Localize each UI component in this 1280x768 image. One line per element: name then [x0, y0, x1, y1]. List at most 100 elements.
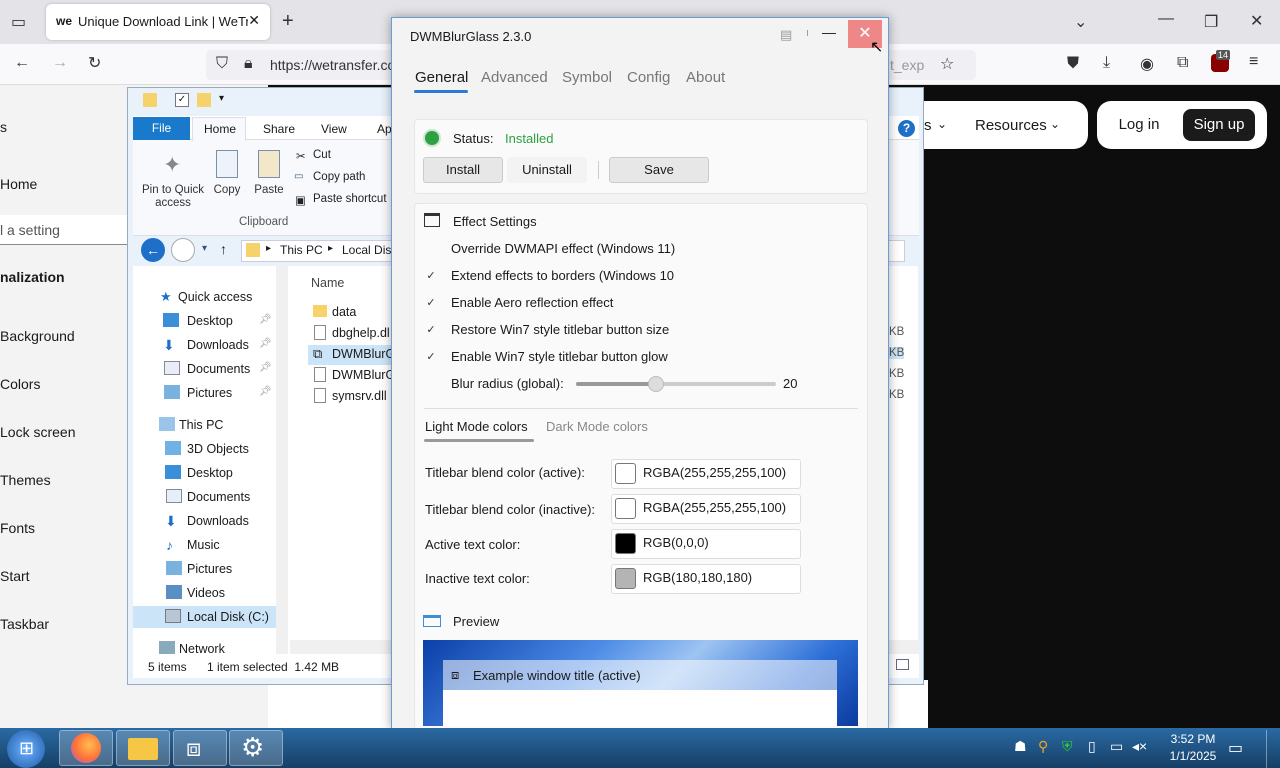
nav-downloads-pc[interactable]: ⬇ Downloads [133, 510, 290, 532]
save-icon[interactable]: ▤ [780, 27, 792, 43]
breadcrumb-this-pc[interactable]: This PC [280, 243, 323, 257]
file-name[interactable]: symsrv.dll [332, 389, 387, 403]
tab-about[interactable]: About [686, 69, 725, 86]
settings-item-taskbar[interactable]: Taskbar [0, 616, 49, 632]
copy-button[interactable]: Copy [210, 184, 244, 196]
option-label[interactable]: Override DWMAPI effect (Windows 11) [451, 241, 675, 256]
notifications-icon[interactable]: ▭ [1228, 738, 1243, 758]
tab-share[interactable]: Share [263, 122, 295, 136]
option-checkbox[interactable] [424, 242, 438, 256]
install-button[interactable]: Install [423, 157, 503, 183]
back-icon[interactable]: ← [14, 54, 30, 72]
settings-item-themes[interactable]: Themes [0, 472, 51, 488]
color-swatch[interactable] [615, 533, 636, 554]
uninstall-button[interactable]: Uninstall [507, 157, 587, 183]
network-icon[interactable]: ▭ [1110, 738, 1123, 755]
url-text[interactable]: https://wetransfer.com [270, 57, 407, 73]
blur-slider-thumb[interactable] [648, 376, 664, 392]
settings-item-start[interactable]: Start [0, 568, 30, 584]
paste-button[interactable]: Paste [252, 184, 286, 196]
nav-desktop-pc[interactable]: Desktop [133, 462, 290, 484]
pin-to-quick-access-button[interactable]: Pin to Quick access [140, 184, 206, 210]
signup-button[interactable]: Sign up [1183, 109, 1255, 141]
blur-checkbox[interactable] [424, 377, 438, 391]
nav-music[interactable]: ♪ Music [133, 534, 290, 556]
tab-general[interactable]: General [415, 69, 468, 86]
option-checkbox[interactable]: ✓ [424, 350, 438, 364]
settings-item-background[interactable]: Background [0, 328, 75, 344]
tab-dark-mode-colors[interactable]: Dark Mode colors [546, 419, 648, 434]
details-view-icon[interactable] [896, 659, 909, 670]
nav-documents-pc[interactable]: Documents [133, 486, 290, 508]
paste-shortcut-button[interactable]: Paste shortcut [313, 193, 387, 205]
up-arrow-icon[interactable]: ↑ [220, 241, 227, 257]
file-name[interactable]: data [332, 305, 356, 319]
menu-icon[interactable]: ≡ [1249, 53, 1258, 71]
nav-downloads[interactable]: ⬇ Downloads 📌︎ [133, 334, 290, 356]
settings-item-fonts[interactable]: Fonts [0, 520, 35, 536]
nav-pictures[interactable]: Pictures 📌︎ [133, 382, 290, 404]
tab-list-icon[interactable]: ▭ [11, 12, 26, 32]
tab-light-mode-colors[interactable]: Light Mode colors [425, 419, 528, 434]
cut-button[interactable]: Cut [313, 149, 331, 161]
minimize-window-button[interactable]: — [1158, 10, 1174, 28]
breadcrumb-local-disk[interactable]: Local Dis [342, 243, 391, 257]
nav-desktop[interactable]: Desktop 📌︎ [133, 310, 290, 332]
minimize-button[interactable]: — [822, 24, 836, 40]
tab-advanced[interactable]: Advanced [481, 69, 548, 86]
pocket-icon[interactable]: ⛊ [1067, 55, 1079, 73]
forward-arrow-icon[interactable] [171, 238, 195, 262]
file-name[interactable]: DWMBlurG [332, 368, 395, 382]
extensions-icon[interactable]: ⧉ [1177, 54, 1188, 72]
color-swatch[interactable] [615, 568, 636, 589]
file-name[interactable]: DWMBlurG [332, 347, 395, 361]
reload-icon[interactable]: ↻ [88, 53, 101, 73]
downloads-icon[interactable]: ⤓ [1103, 54, 1110, 72]
option-label[interactable]: Enable Aero reflection effect [451, 295, 613, 310]
nav-3d-objects[interactable]: 3D Objects [133, 438, 290, 460]
tab-file[interactable]: File [133, 117, 190, 140]
option-label[interactable]: Extend effects to borders (Windows 10 [451, 268, 674, 283]
help-icon[interactable]: ? [898, 120, 915, 137]
bookmark-star-icon[interactable]: ☆ [940, 54, 954, 74]
tab-config[interactable]: Config [627, 69, 670, 86]
shield-icon[interactable]: ⛨ [1062, 738, 1073, 755]
close-window-button[interactable]: ✕ [1250, 11, 1263, 31]
color-swatch[interactable] [615, 498, 636, 519]
tab-view[interactable]: View [321, 122, 347, 136]
nav-this-pc[interactable]: This PC [133, 414, 290, 436]
tab-app[interactable]: Ap [377, 122, 392, 136]
show-desktop-button[interactable] [1266, 730, 1280, 768]
option-checkbox[interactable]: ✓ [424, 323, 438, 337]
login-button[interactable]: Log in [1108, 109, 1170, 141]
nav-documents[interactable]: Documents 📌︎ [133, 358, 290, 380]
nav-videos[interactable]: Videos [133, 582, 290, 604]
volume-icon[interactable]: ◂× [1132, 738, 1147, 755]
option-checkbox[interactable]: ✓ [424, 296, 438, 310]
tab-symbol[interactable]: Symbol [562, 69, 612, 86]
usb-icon[interactable]: ▯ [1088, 738, 1096, 755]
lock-icon[interactable]: 🔒︎ [244, 55, 253, 73]
option-label[interactable]: Restore Win7 style titlebar button size [451, 322, 669, 337]
nav-quick-access[interactable]: ★ Quick access [133, 286, 290, 308]
nav-item-partial[interactable]: s [924, 117, 932, 134]
tab-list-dropdown-icon[interactable]: ⌄ [1074, 12, 1087, 32]
restore-window-button[interactable]: ❐ [1204, 12, 1218, 32]
settings-item[interactable]: s [0, 119, 7, 135]
nav-resources[interactable]: Resources [975, 117, 1047, 134]
account-icon[interactable]: ◉ [1140, 54, 1154, 74]
color-swatch[interactable] [615, 463, 636, 484]
search-icon[interactable]: ⚲ [1038, 738, 1048, 755]
new-tab-button[interactable]: + [282, 10, 294, 33]
recent-locations-icon[interactable]: ▾ [202, 243, 207, 254]
copy-path-button[interactable]: Copy path [313, 171, 365, 183]
properties-icon[interactable]: ✓ [175, 93, 189, 107]
new-folder-icon[interactable] [197, 93, 211, 107]
option-label[interactable]: Enable Win7 style titlebar button glow [451, 349, 668, 364]
tab-home[interactable]: Home [204, 122, 236, 136]
nav-scrollbar[interactable] [276, 266, 288, 654]
settings-item-colors[interactable]: Colors [0, 376, 40, 392]
column-header-name[interactable]: Name [311, 276, 344, 290]
tray-app-icon[interactable]: ☗ [1014, 738, 1027, 755]
settings-item-lock-screen[interactable]: Lock screen [0, 424, 75, 440]
